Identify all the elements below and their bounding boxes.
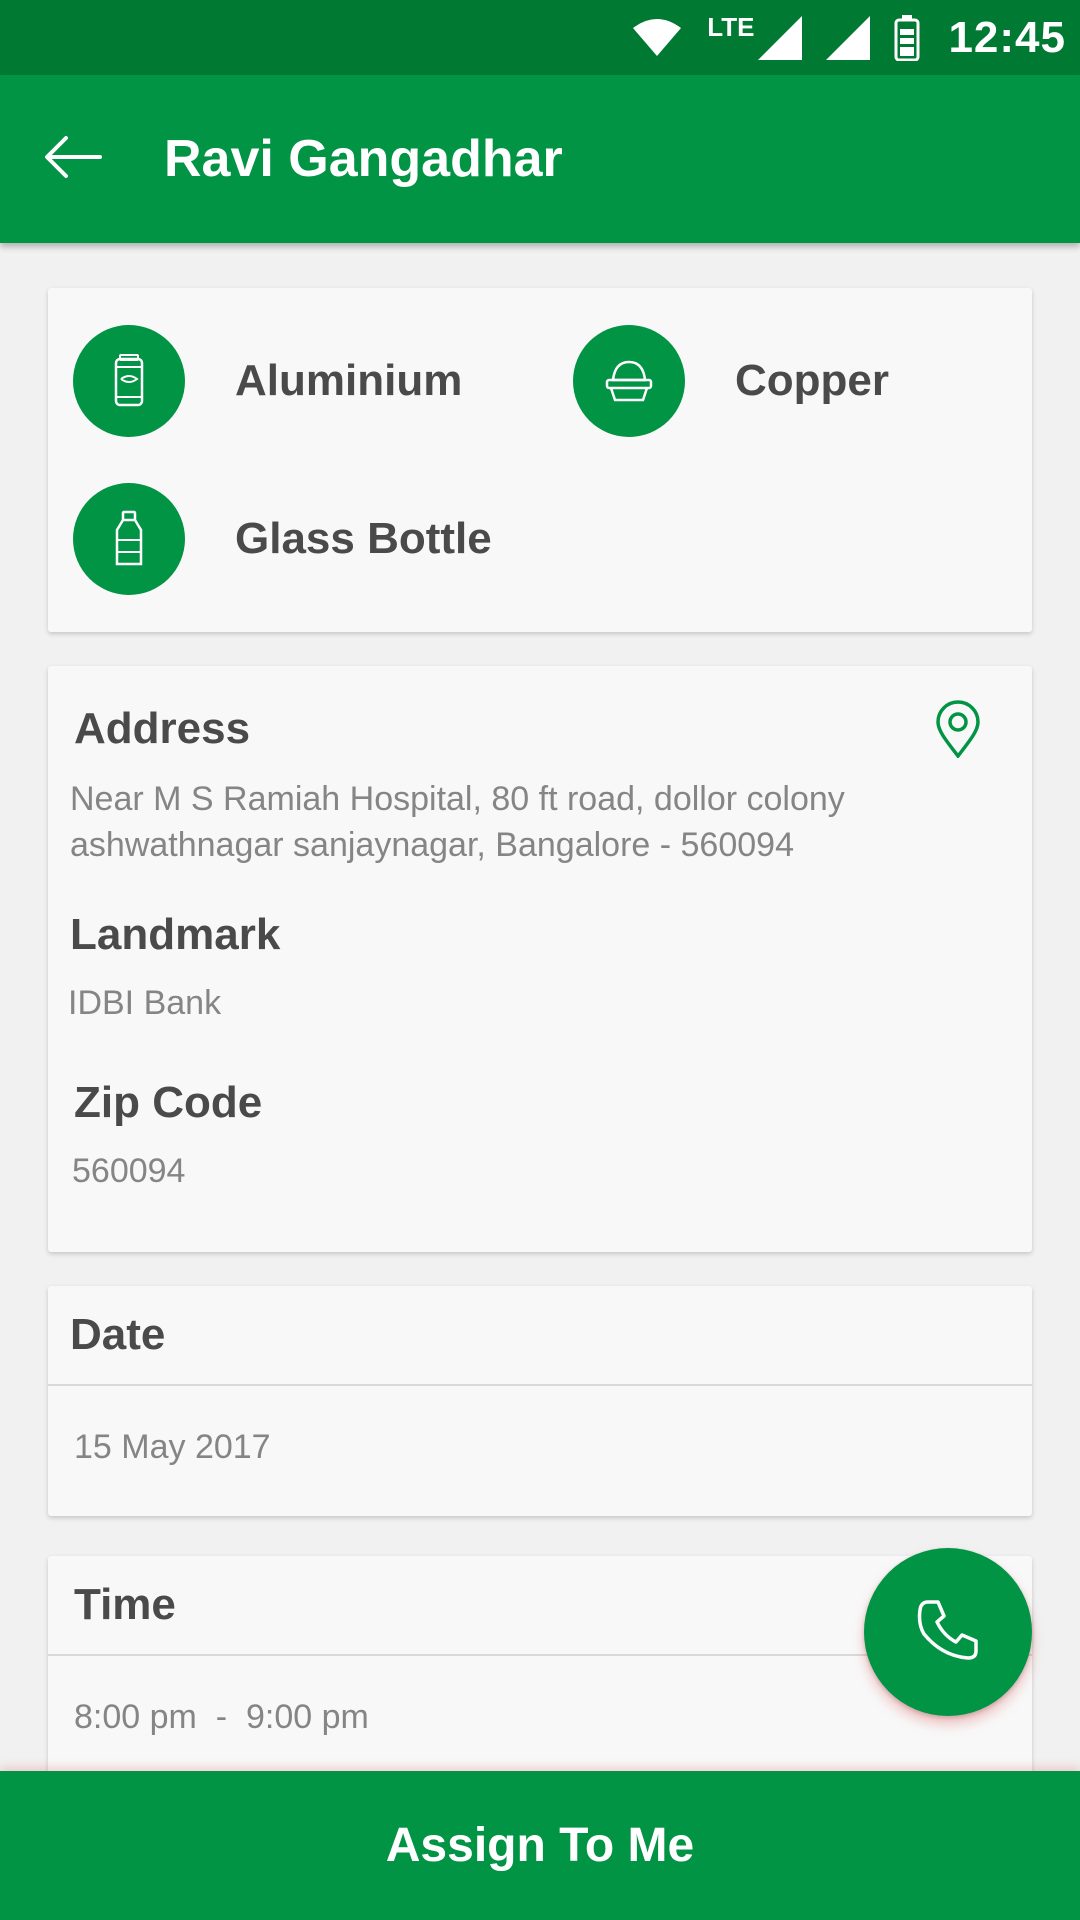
material-label: Copper <box>735 356 889 405</box>
battery-icon <box>894 14 920 61</box>
lte-signal-icon: LTE <box>707 12 803 60</box>
assign-to-me-button[interactable]: Assign To Me <box>0 1771 1080 1920</box>
bottle-icon <box>73 483 185 595</box>
address-heading: Address <box>74 704 251 753</box>
arrow-back-icon <box>44 135 102 184</box>
date-heading: Date <box>70 1310 166 1359</box>
can-icon <box>73 325 185 437</box>
zip-code-heading: Zip Code <box>74 1078 263 1127</box>
date-card: Date 15 May 2017 <box>48 1286 1032 1516</box>
address-line-2: ashwathnagar sanjaynagar, Bangalore - 56… <box>70 826 794 864</box>
landmark-heading: Landmark <box>70 910 281 959</box>
copper-icon <box>573 325 685 437</box>
signal-icon <box>826 15 871 60</box>
address-card: Address Near M S Ramiah Hospital, 80 ft … <box>48 666 1032 1252</box>
landmark-value: IDBI Bank <box>68 984 222 1022</box>
address-line-1: Near M S Ramiah Hospital, 80 ft road, do… <box>70 780 845 818</box>
material-label: Glass Bottle <box>235 514 492 563</box>
zip-code-value: 560094 <box>72 1152 186 1190</box>
material-aluminium: Aluminium <box>73 325 462 437</box>
date-value: 15 May 2017 <box>74 1428 271 1466</box>
wifi-icon <box>631 18 683 58</box>
call-button[interactable] <box>864 1548 1032 1716</box>
time-heading: Time <box>74 1580 176 1629</box>
clock: 12:45 <box>948 12 1066 62</box>
network-type-label: LTE <box>707 12 755 42</box>
app-bar: Ravi Gangadhar <box>0 75 1080 243</box>
back-button[interactable] <box>0 75 148 243</box>
materials-card: Aluminium Copper Glass Bottle <box>48 288 1032 632</box>
time-value: 8:00 pm - 9:00 pm <box>74 1698 369 1736</box>
page-title: Ravi Gangadhar <box>164 130 563 188</box>
material-label: Aluminium <box>235 356 463 405</box>
divider <box>48 1384 1032 1386</box>
status-bar: LTE 12:45 <box>0 0 1080 75</box>
material-glass-bottle: Glass Bottle <box>73 483 492 595</box>
phone-icon <box>914 1596 982 1669</box>
location-pin-icon[interactable] <box>934 700 982 763</box>
material-copper: Copper <box>573 325 889 437</box>
